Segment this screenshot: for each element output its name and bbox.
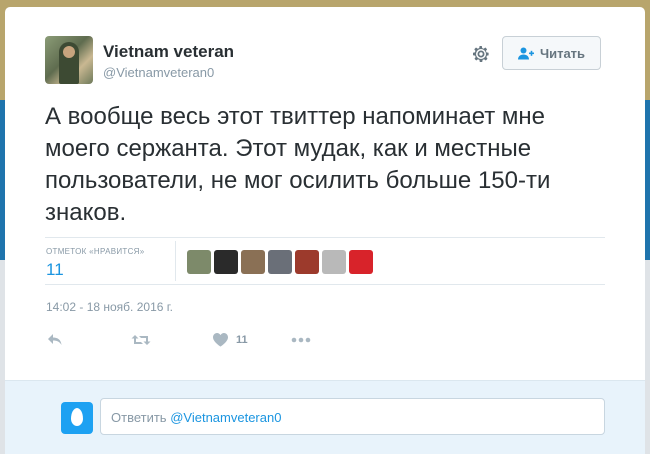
likes-count[interactable]: 11 <box>46 260 64 280</box>
more-action[interactable] <box>291 330 311 350</box>
reply-action[interactable] <box>47 330 63 350</box>
gear-icon[interactable] <box>471 44 491 64</box>
reply-icon <box>48 334 62 345</box>
current-user-avatar <box>61 402 93 434</box>
stats-divider-top <box>45 237 605 238</box>
like-action[interactable]: 11 <box>213 330 248 350</box>
reply-area: Ответить @Vietnamveteran0 <box>5 380 645 454</box>
stats-divider-bottom <box>45 284 605 285</box>
liker-avatar[interactable] <box>268 250 292 274</box>
reply-mention: @Vietnamveteran0 <box>170 410 282 425</box>
liker-avatar[interactable] <box>349 250 373 274</box>
liker-avatar[interactable] <box>322 250 346 274</box>
tweet-text: А вообще весь этот твиттер напоминает мн… <box>45 103 551 226</box>
tweet-card: Vietnam veteran @Vietnamveteran0 Читать … <box>5 7 645 454</box>
liker-avatar[interactable] <box>295 250 319 274</box>
retweet-icon <box>131 335 151 345</box>
author-name[interactable]: Vietnam veteran <box>103 42 234 62</box>
likes-label: ОТМЕТОК «НРАВИТСЯ» <box>46 247 145 256</box>
stats-divider-vertical <box>175 241 176 281</box>
reply-prefix: Ответить <box>111 410 167 425</box>
retweet-action[interactable] <box>131 330 151 350</box>
more-dots-icon <box>291 337 311 343</box>
like-action-count: 11 <box>236 334 248 346</box>
liker-avatar[interactable] <box>187 250 211 274</box>
likers-avatars <box>187 250 373 274</box>
liker-avatar[interactable] <box>214 250 238 274</box>
egg-icon <box>71 408 83 426</box>
author-handle[interactable]: @Vietnamveteran0 <box>103 65 214 80</box>
tweet-timestamp[interactable]: 14:02 - 18 нояб. 2016 г. <box>46 300 173 314</box>
follow-user-icon <box>517 47 534 59</box>
reply-input[interactable]: Ответить @Vietnamveteran0 <box>100 398 605 435</box>
follow-button-label: Читать <box>539 45 586 61</box>
author-avatar[interactable] <box>45 36 93 84</box>
follow-button[interactable]: Читать <box>502 36 601 70</box>
heart-icon <box>213 333 228 347</box>
liker-avatar[interactable] <box>241 250 265 274</box>
avatar-face <box>63 46 75 58</box>
